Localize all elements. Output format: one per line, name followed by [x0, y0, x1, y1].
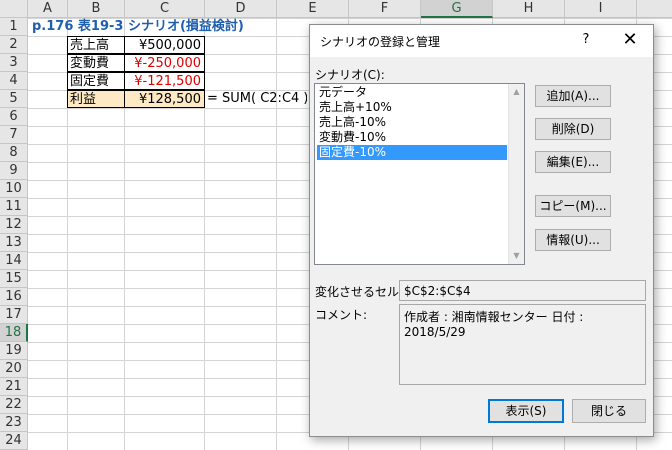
list-item-selected[interactable]: 固定費-10%	[317, 145, 507, 160]
value-sales[interactable]: ¥500,000	[124, 36, 205, 54]
row-header[interactable]: 11	[0, 198, 28, 216]
column-header-d[interactable]: D	[205, 0, 277, 18]
row-header[interactable]: 10	[0, 180, 28, 198]
sheet-title: p.176 表19-3 シナリオ(損益検討)	[32, 19, 244, 34]
row-header[interactable]: 4	[0, 72, 28, 90]
row-header[interactable]: 19	[0, 342, 28, 360]
edit-button[interactable]: 編集(E)...	[535, 151, 611, 173]
label-profit[interactable]: 利益	[67, 90, 125, 108]
row-header[interactable]: 3	[0, 54, 28, 72]
label-fixed-cost[interactable]: 固定費	[67, 72, 125, 90]
show-button[interactable]: 表示(S)	[488, 399, 564, 423]
formula-note: = SUM( C2:C4 )	[207, 91, 307, 106]
scenario-manager-dialog: シナリオの登録と管理 ? ✕ シナリオ(C): 元データ 売上高+10% 売上高…	[309, 24, 654, 437]
add-button[interactable]: 追加(A)...	[535, 85, 611, 107]
list-item[interactable]: 売上高-10%	[317, 115, 507, 130]
delete-button[interactable]: 削除(D)	[535, 118, 611, 140]
label-variable-cost[interactable]: 変動費	[67, 54, 125, 72]
list-item[interactable]: 売上高+10%	[317, 100, 507, 115]
row-header[interactable]: 24	[0, 432, 28, 450]
row-header[interactable]: 1	[0, 18, 28, 36]
gridline	[276, 18, 277, 450]
close-icon[interactable]: ✕	[618, 29, 642, 51]
select-all-corner[interactable]	[0, 0, 28, 18]
listbox-scrollbar[interactable]: ▲ ▼	[508, 84, 524, 264]
scenario-listbox[interactable]: 元データ 売上高+10% 売上高-10% 変動費-10% 固定費-10% ▲ ▼	[314, 83, 525, 265]
column-header-b[interactable]: B	[68, 0, 125, 18]
value-fixed-cost[interactable]: ¥-121,500	[124, 72, 205, 90]
changing-cells-field: $C$2:$C$4	[399, 280, 646, 301]
column-header-f[interactable]: F	[349, 0, 421, 18]
close-button[interactable]: 閉じる	[572, 399, 646, 423]
column-header-a[interactable]: A	[28, 0, 68, 18]
label-sales[interactable]: 売上高	[67, 36, 125, 54]
list-item[interactable]: 変動費-10%	[317, 130, 507, 145]
column-header-next[interactable]	[637, 0, 672, 18]
scenario-list-label: シナリオ(C):	[315, 68, 385, 82]
row-header[interactable]: 21	[0, 378, 28, 396]
comment-label: コメント:	[315, 308, 368, 322]
row-header[interactable]: 20	[0, 360, 28, 378]
column-header-g[interactable]: G	[421, 0, 493, 18]
row-header[interactable]: 5	[0, 90, 28, 108]
value-profit[interactable]: ¥128,500	[124, 90, 205, 108]
info-button[interactable]: 情報(U)...	[535, 229, 611, 251]
scroll-down-icon[interactable]: ▼	[509, 248, 524, 264]
changing-cells-label: 変化させるセル:	[315, 285, 404, 299]
help-button[interactable]: ?	[576, 30, 596, 50]
row-header[interactable]: 7	[0, 126, 28, 144]
row-header[interactable]: 17	[0, 306, 28, 324]
row-header[interactable]: 16	[0, 288, 28, 306]
row-header[interactable]: 22	[0, 396, 28, 414]
list-item[interactable]: 元データ	[317, 85, 507, 100]
row-header[interactable]: 2	[0, 36, 28, 54]
row-header[interactable]: 6	[0, 108, 28, 126]
row-header[interactable]: 12	[0, 216, 28, 234]
row-header[interactable]: 15	[0, 270, 28, 288]
row-header[interactable]: 9	[0, 162, 28, 180]
column-header-i[interactable]: I	[565, 0, 637, 18]
comment-field: 作成者 : 湘南情報センター 日付 : 2018/5/29	[399, 304, 646, 385]
column-header-h[interactable]: H	[493, 0, 565, 18]
value-variable-cost[interactable]: ¥-250,000	[124, 54, 205, 72]
row-header[interactable]: 14	[0, 252, 28, 270]
column-header-e[interactable]: E	[277, 0, 349, 18]
row-header[interactable]: 23	[0, 414, 28, 432]
row-header-selected[interactable]: 18	[0, 324, 28, 342]
column-header-c[interactable]: C	[125, 0, 205, 18]
dialog-titlebar[interactable]: シナリオの登録と管理 ? ✕	[310, 25, 653, 57]
dialog-title: シナリオの登録と管理	[320, 35, 441, 49]
scroll-up-icon[interactable]: ▲	[509, 84, 524, 100]
row-header[interactable]: 13	[0, 234, 28, 252]
row-header[interactable]: 8	[0, 144, 28, 162]
copy-button[interactable]: コピー(M)...	[535, 195, 611, 217]
